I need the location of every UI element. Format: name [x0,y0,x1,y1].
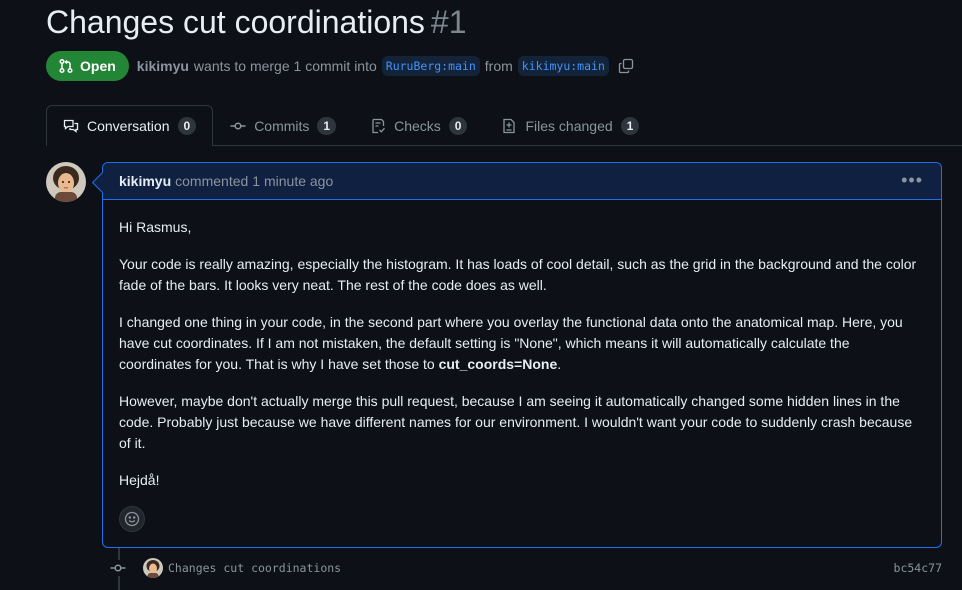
tab-files-changed-label: Files changed [525,117,613,134]
kebab-menu-icon[interactable]: ••• [901,171,923,189]
commit-sha-link[interactable]: bc54c77 [894,561,942,575]
comment-paragraph: However, maybe don't actually merge this… [119,393,913,451]
comment-action: commented [175,173,249,189]
status-badge: Open [46,51,129,81]
file-diff-icon [503,118,516,133]
commit-row: Changes cut coordinations bc54c77 [110,558,942,578]
pr-summary-text: wants to merge 1 commit into [193,58,377,74]
add-reaction-button[interactable] [119,506,145,532]
avatar-image [46,162,86,202]
status-label: Open [80,58,116,74]
comment-header: kikimyu commented 1 minute ago ••• [103,163,941,200]
pr-summary-from: from [484,58,513,74]
tab-files-changed-count: 1 [620,116,640,135]
copy-icon[interactable] [618,58,634,74]
comment-discussion-icon [63,119,79,133]
pr-author-link[interactable]: kikimyu [137,58,189,74]
git-commit-icon [230,121,246,130]
code-emphasis: cut_coords=None [438,356,558,372]
tab-checks-count: 0 [448,116,468,135]
tab-checks-label: Checks [394,117,441,134]
commit-author-avatar[interactable] [143,558,163,578]
avatar-image [143,558,163,578]
tab-commits-label: Commits [254,117,310,134]
git-commit-icon [110,560,126,576]
pr-summary: kikimyu wants to merge 1 commit into Rur… [137,56,634,76]
head-branch[interactable]: kikimyu:main [517,56,609,76]
git-pull-request-icon [59,58,73,74]
comment-box: kikimyu commented 1 minute ago ••• Hi Ra… [102,162,942,548]
comment-body: Hi Rasmus, Your code is really amazing, … [103,200,941,491]
pr-title-text: Changes cut coordinations [46,4,425,40]
comment-paragraph: Your code is really amazing, especially … [119,256,917,293]
comment-paragraph: Hejdå! [119,472,160,488]
tab-conversation-count: 0 [177,117,197,135]
tab-conversation-label: Conversation [87,118,170,134]
comment-paragraph: Hi Rasmus, [119,219,192,235]
comment-author[interactable]: kikimyu [119,173,171,189]
tab-commits[interactable]: Commits 1 [213,105,353,145]
avatar[interactable] [46,162,86,202]
commit-message-link[interactable]: Changes cut coordinations [168,561,341,575]
tab-conversation[interactable]: Conversation 0 [46,105,214,146]
pr-title: Changes cut coordinations #1 [46,4,467,41]
base-branch[interactable]: RuruBerg:main [381,56,480,76]
comment-time[interactable]: 1 minute ago [252,173,333,189]
pr-tabs: Conversation 0 Commits 1 Checks 0 Files … [46,105,962,146]
tab-checks[interactable]: Checks 0 [353,105,484,145]
tab-files-changed[interactable]: Files changed 1 [484,105,656,145]
checklist-icon [372,118,386,133]
pr-number: #1 [430,4,467,40]
pr-meta: Open kikimyu wants to merge 1 commit int… [46,51,634,81]
comment-paragraph: I changed one thing in your code, in the… [119,312,925,375]
smiley-icon [124,511,140,527]
comment-text: . [557,356,562,372]
tab-commits-count: 1 [317,116,337,135]
